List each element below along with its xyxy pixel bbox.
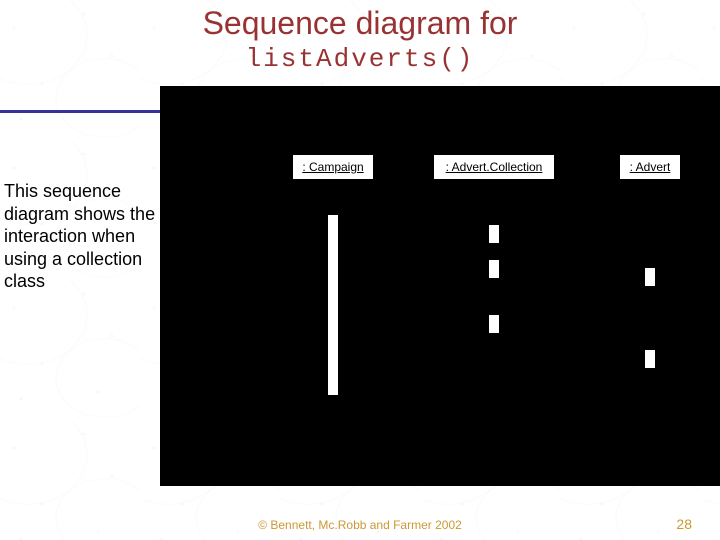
activation-collection-2 bbox=[489, 260, 499, 278]
page-subtitle: listAdverts() bbox=[0, 44, 720, 74]
lifeline-advert-collection: : Advert.Collection bbox=[434, 155, 554, 179]
copyright: © Bennett, Mc.Robb and Farmer 2002 bbox=[258, 518, 462, 532]
diagram-canvas bbox=[160, 86, 720, 486]
activation-collection-1 bbox=[489, 225, 499, 243]
page-number: 28 bbox=[676, 516, 692, 532]
lifeline-campaign: : Campaign bbox=[293, 155, 373, 179]
activation-collection-3 bbox=[489, 315, 499, 333]
activation-advert-1 bbox=[645, 268, 655, 286]
page-title: Sequence diagram for bbox=[0, 0, 720, 42]
side-description: This sequence diagram shows the interact… bbox=[4, 180, 159, 293]
lifeline-advert: : Advert bbox=[620, 155, 680, 179]
activation-campaign bbox=[328, 215, 338, 395]
activation-advert-2 bbox=[645, 350, 655, 368]
